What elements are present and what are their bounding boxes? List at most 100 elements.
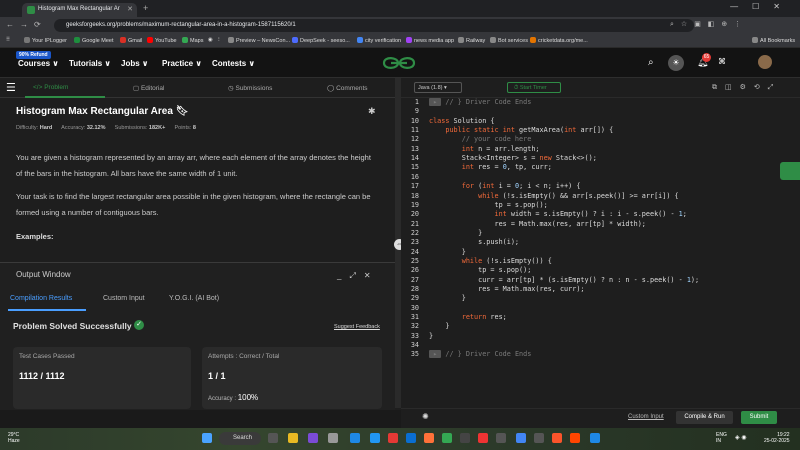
- output-window-controls[interactable]: _⤢✕: [337, 271, 379, 281]
- nav-buttons[interactable]: ←→⟳: [6, 20, 47, 29]
- bookmark-item[interactable]: Maps: [182, 37, 203, 44]
- app-icon[interactable]: [308, 433, 318, 443]
- code-line[interactable]: }: [429, 294, 466, 302]
- avatar[interactable]: [758, 55, 772, 69]
- edge-icon[interactable]: [350, 433, 360, 443]
- app-icon[interactable]: [370, 433, 380, 443]
- code-line[interactable]: }: [429, 248, 466, 256]
- taskbar-search[interactable]: Search: [219, 432, 261, 445]
- browser-tab[interactable]: Histogram Max Rectangular Ar ✕: [22, 3, 137, 17]
- bookmark-item[interactable]: Preview – NewsCon...: [228, 37, 290, 44]
- menu-tutorials[interactable]: Tutorials ∨: [69, 59, 111, 68]
- code-line[interactable]: int width = s.isEmpty() ? i : i - s.peek…: [429, 210, 686, 218]
- translate-icon[interactable]: ⌘: [718, 57, 726, 66]
- code-line[interactable]: while (!s.isEmpty() && arr[s.peek()] >= …: [429, 192, 679, 200]
- bookmark-item[interactable]: cricketdata.org/me...: [530, 37, 588, 44]
- code-line[interactable]: Stack<Integer> s = new Stack<>();: [429, 154, 597, 162]
- report-bug-icon[interactable]: ✱: [368, 106, 376, 117]
- taskview-icon[interactable]: [268, 433, 278, 443]
- code-line[interactable]: int n = arr.length;: [429, 145, 540, 153]
- bookmark-item[interactable]: Railway: [458, 37, 485, 44]
- code-area[interactable]: 1 ▸ // } Driver Code Ends 9 10 class Soluti…: [401, 98, 800, 398]
- close-tab-icon[interactable]: ✕: [127, 5, 133, 13]
- code-line[interactable]: while (!s.isEmpty()) {: [429, 257, 552, 265]
- compile-run-button[interactable]: Compile & Run: [676, 411, 733, 424]
- refund-badge[interactable]: 90% Refund: [16, 51, 51, 59]
- lightbulb-icon[interactable]: ✺: [422, 412, 429, 421]
- bookmark-item[interactable]: city verification: [357, 37, 401, 44]
- chrome-icon[interactable]: [442, 433, 452, 443]
- code-line[interactable]: ▸ // } Driver Code Ends: [429, 98, 531, 106]
- code-line[interactable]: }: [429, 322, 449, 330]
- apps-icon[interactable]: ⠿: [6, 37, 10, 43]
- suggest-feedback-link[interactable]: Suggest Feedback: [334, 324, 380, 330]
- code-line[interactable]: for (int i = 0; i < n; i++) {: [429, 182, 581, 190]
- app-icon[interactable]: [328, 433, 338, 443]
- code-line[interactable]: class Solution {: [429, 117, 494, 125]
- code-line[interactable]: res = Math.max(res, arr[tp] * width);: [429, 220, 645, 228]
- address-bar-icons[interactable]: ⌕☆▣◧⊕⋮: [670, 20, 748, 29]
- vscode-icon[interactable]: [406, 433, 416, 443]
- tab-problem[interactable]: </> Problem: [33, 84, 68, 91]
- code-line[interactable]: res = Math.max(res, curr);: [429, 285, 584, 293]
- app-icon[interactable]: [496, 433, 506, 443]
- github-icon[interactable]: ◉: [208, 37, 213, 43]
- code-line[interactable]: }: [429, 229, 482, 237]
- code-line[interactable]: tp = s.pop();: [429, 201, 547, 209]
- bookmark-item[interactable]: Gmail: [120, 37, 142, 44]
- bookmark-item[interactable]: news media app: [406, 37, 454, 44]
- bookmark-item[interactable]: Bot services: [490, 37, 528, 44]
- menu-practice[interactable]: Practice ∨: [162, 59, 202, 68]
- app-icon[interactable]: [590, 433, 600, 443]
- tab-custom-input[interactable]: Custom Input: [103, 295, 145, 302]
- bookmark-item[interactable]: Google Meet: [74, 37, 114, 44]
- tab-yogi[interactable]: Y.O.G.I. (AI Bot): [169, 295, 219, 302]
- bookmark-item[interactable]: YouTube: [147, 37, 177, 44]
- language-indicator[interactable]: ENG IN: [716, 432, 727, 444]
- weather-widget[interactable]: 29°C Haze: [8, 432, 20, 444]
- gfg-logo[interactable]: [382, 54, 416, 72]
- menu-jobs[interactable]: Jobs ∨: [121, 59, 148, 68]
- tab-comments[interactable]: ◯ Comments: [327, 84, 368, 92]
- url-input[interactable]: geeksforgeeks.org/problems/maximum-recta…: [54, 19, 694, 32]
- window-controls[interactable]: —☐✕: [730, 2, 794, 11]
- theme-toggle-icon[interactable]: ☀: [668, 55, 684, 71]
- tab-editorial[interactable]: ▢ Editorial: [133, 84, 164, 92]
- menu-courses[interactable]: Courses ∨: [18, 59, 59, 68]
- code-line[interactable]: int res = 0, tp, curr;: [429, 163, 552, 171]
- tab-compilation-results[interactable]: Compilation Results: [10, 295, 72, 302]
- editor-action-icons[interactable]: ⧉◫⚙⟲⤢: [712, 83, 781, 92]
- code-line[interactable]: // your code here: [429, 135, 532, 143]
- menu-icon[interactable]: ☰: [6, 81, 16, 94]
- tab-submissions[interactable]: ◷ Submissions: [228, 84, 272, 92]
- app-icon[interactable]: [570, 433, 580, 443]
- bookmark-item[interactable]: ⁝: [218, 37, 220, 43]
- submit-button[interactable]: Submit: [741, 411, 777, 424]
- code-line[interactable]: }: [429, 332, 433, 340]
- app-icon[interactable]: [534, 433, 544, 443]
- bookmark-icon[interactable]: 🔖︎: [176, 106, 189, 117]
- clock[interactable]: 19:22 25-02-2025: [764, 432, 790, 444]
- menu-contests[interactable]: Contests ∨: [212, 59, 255, 68]
- app-icon[interactable]: [388, 433, 398, 443]
- app-icon[interactable]: [478, 433, 488, 443]
- start-timer-button[interactable]: ⏱ Start Timer: [507, 82, 561, 93]
- all-bookmarks[interactable]: All Bookmarks: [752, 37, 795, 44]
- code-line[interactable]: public static int getMaxArea(int arr[]) …: [429, 126, 613, 134]
- chat-widget-icon[interactable]: [780, 162, 800, 180]
- code-line[interactable]: curr = arr[tp] * (s.isEmpty() ? n : n - …: [429, 276, 699, 284]
- code-line[interactable]: s.push(i);: [429, 238, 519, 246]
- language-select[interactable]: Java (1.8) ▾: [414, 82, 462, 93]
- tray-icons[interactable]: ◈ ◉: [735, 434, 747, 441]
- code-line[interactable]: tp = s.pop();: [429, 266, 531, 274]
- code-line[interactable]: return res;: [429, 313, 507, 321]
- search-icon[interactable]: ⌕: [648, 57, 654, 68]
- bookmark-item[interactable]: DeepSeek - seeso...: [292, 37, 350, 44]
- firefox-icon[interactable]: [424, 433, 434, 443]
- new-tab-icon[interactable]: +: [143, 3, 148, 13]
- code-line[interactable]: ▸ // } Driver Code Ends: [429, 350, 531, 359]
- chrome-icon[interactable]: [516, 433, 526, 443]
- explorer-icon[interactable]: [288, 433, 298, 443]
- custom-input-link[interactable]: Custom Input: [628, 414, 664, 420]
- app-icon[interactable]: [460, 433, 470, 443]
